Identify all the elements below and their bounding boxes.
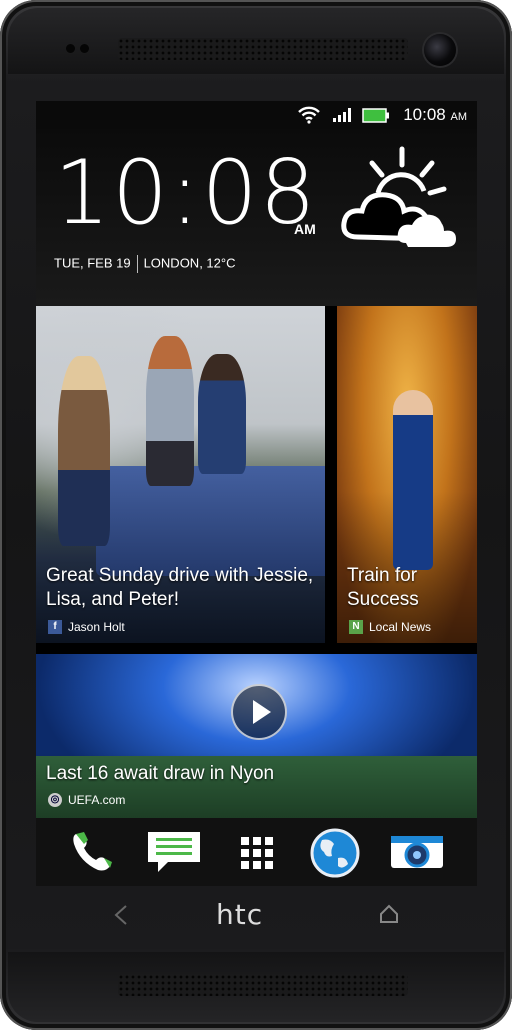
photo-jeep bbox=[96, 466, 325, 576]
tile-title: Last 16 await draw in Nyon bbox=[46, 763, 275, 784]
status-clock: 10:08 AM bbox=[403, 105, 467, 125]
photo-person bbox=[198, 354, 246, 474]
hardware-keys: htc bbox=[0, 886, 512, 942]
messages-icon[interactable] bbox=[146, 828, 200, 876]
tile-title: Train for Success bbox=[347, 565, 419, 610]
play-icon[interactable] bbox=[231, 684, 287, 740]
facebook-icon: f bbox=[48, 620, 62, 634]
status-time-value: 10:08 bbox=[403, 105, 446, 124]
divider bbox=[136, 255, 138, 273]
uefa-icon: ◎ bbox=[48, 793, 62, 807]
tile-source: N Local News bbox=[349, 620, 431, 634]
tile-title: Great Sunday drive with Jessie, Lisa, an… bbox=[46, 565, 314, 610]
clock-weather-widget[interactable]: 10:08 AM TUE, FEB 19 LONDON, 12°C bbox=[36, 129, 477, 306]
battery-icon bbox=[362, 108, 389, 123]
top-speaker-grille bbox=[118, 38, 408, 60]
widget-date: TUE, FEB 19 bbox=[54, 255, 131, 271]
home-icon[interactable] bbox=[379, 904, 399, 929]
htc-logo: htc bbox=[216, 898, 264, 931]
partly-cloudy-icon bbox=[341, 146, 456, 247]
camera-icon[interactable] bbox=[388, 828, 443, 876]
signal-icon bbox=[333, 108, 351, 122]
tile-source-name: UEFA.com bbox=[68, 793, 126, 807]
widget-dateline: TUE, FEB 19 LONDON, 12°C bbox=[54, 255, 235, 273]
wifi-icon bbox=[298, 106, 320, 124]
home-screen: 10:08 AM 10:08 AM TUE, FEB 19 LONDON, 12°… bbox=[36, 101, 477, 886]
feed-tile-video[interactable]: Last 16 await draw in Nyon ◎ UEFA.com bbox=[36, 654, 477, 818]
light-sensor bbox=[80, 44, 89, 53]
tile-source: f Jason Holt bbox=[48, 620, 125, 634]
bottom-speaker-grille bbox=[118, 974, 408, 996]
widget-clock: 10:08 bbox=[54, 141, 318, 244]
widget-ampm: AM bbox=[294, 221, 316, 237]
feed-tile-social[interactable]: Great Sunday drive with Jessie, Lisa, an… bbox=[36, 306, 325, 643]
tile-source-name: Jason Holt bbox=[68, 620, 125, 634]
proximity-sensor bbox=[66, 44, 75, 53]
tile-source: ◎ UEFA.com bbox=[48, 793, 125, 807]
status-ampm: AM bbox=[450, 111, 468, 123]
status-bar: 10:08 AM bbox=[36, 101, 477, 129]
back-icon[interactable] bbox=[112, 904, 130, 932]
all-apps-icon[interactable] bbox=[230, 828, 284, 876]
widget-location-temp: LONDON, 12°C bbox=[143, 255, 236, 271]
local-news-icon: N bbox=[349, 620, 363, 634]
phone-body: 10:08 AM 10:08 AM TUE, FEB 19 LONDON, 12°… bbox=[0, 0, 512, 1030]
front-camera bbox=[424, 34, 456, 66]
app-dock bbox=[36, 818, 477, 886]
photo-runner bbox=[393, 390, 433, 570]
browser-globe-icon[interactable] bbox=[308, 828, 362, 878]
play-triangle bbox=[253, 700, 271, 724]
tile-source-name: Local News bbox=[369, 620, 432, 634]
photo-person bbox=[146, 336, 194, 486]
phone-icon[interactable] bbox=[66, 828, 120, 876]
feed-tile-news[interactable]: Train for Success N Local News bbox=[337, 306, 477, 643]
photo-person bbox=[58, 356, 110, 546]
